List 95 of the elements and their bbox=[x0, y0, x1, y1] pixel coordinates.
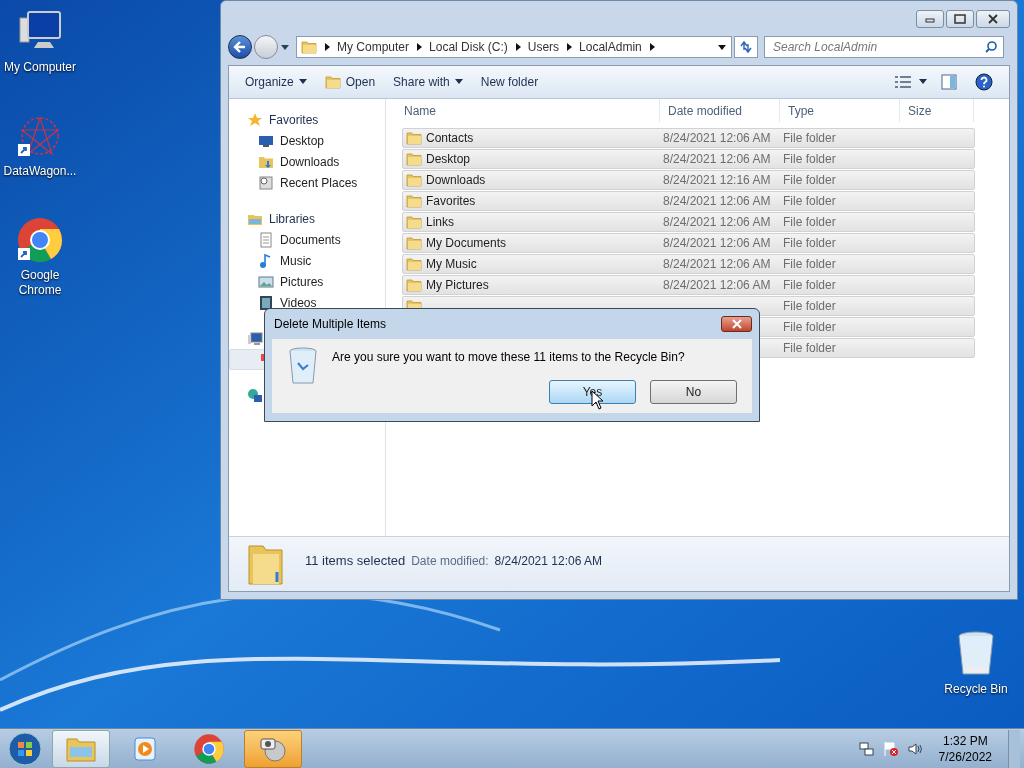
dropdown-caret-icon bbox=[298, 79, 307, 85]
flag-error-icon bbox=[882, 740, 899, 757]
folder-icon bbox=[406, 277, 422, 293]
maximize-icon bbox=[954, 14, 966, 24]
nav-item[interactable]: Music bbox=[229, 250, 385, 271]
dropdown-caret-icon bbox=[919, 79, 927, 85]
chevron-right-icon bbox=[647, 43, 656, 51]
nav-item[interactable]: Videos bbox=[229, 292, 385, 313]
nav-item[interactable]: Documents bbox=[229, 229, 385, 250]
file-row[interactable]: My Pictures 8/24/2021 12:06 AM File folder bbox=[402, 275, 975, 295]
folder-icon bbox=[406, 214, 422, 230]
file-row[interactable]: My Music 8/24/2021 12:06 AM File folder bbox=[402, 254, 975, 274]
file-row[interactable]: Links 8/24/2021 12:06 AM File folder bbox=[402, 212, 975, 232]
detail-label: Date modified: bbox=[411, 553, 489, 570]
camera-gear-icon[interactable] bbox=[244, 729, 302, 768]
close-icon bbox=[730, 319, 743, 329]
dialog-button[interactable]: No bbox=[650, 380, 737, 404]
search-field[interactable]: Search LocalAdmin bbox=[764, 36, 1004, 58]
file-row[interactable]: My Documents 8/24/2021 12:06 AM File folder bbox=[402, 233, 975, 253]
clock-date[interactable]: 7/26/2022 bbox=[938, 748, 992, 765]
chevron-right-icon bbox=[565, 43, 574, 51]
chevron-right-icon bbox=[513, 43, 522, 51]
selection-count: 11 items selected bbox=[305, 552, 406, 570]
clock-time[interactable]: 1:32 PM bbox=[942, 732, 988, 749]
dialog-title: Delete Multiple Items bbox=[274, 316, 387, 333]
address-bar[interactable]: My Computer Local Disk (C:) Users LocalAdmin bbox=[296, 36, 732, 58]
recycle-bin-icon bbox=[956, 630, 996, 678]
maximize-button[interactable] bbox=[946, 10, 974, 28]
star-icon bbox=[247, 111, 263, 128]
close-button[interactable] bbox=[976, 10, 1010, 28]
toolbar-button[interactable]: Open bbox=[316, 70, 384, 94]
breadcrumb-item[interactable]: Users bbox=[527, 38, 560, 56]
nav-item[interactable]: Desktop bbox=[229, 130, 385, 151]
column-header[interactable]: Size bbox=[900, 99, 974, 122]
desktop-icon-label[interactable]: My Computer bbox=[4, 60, 76, 75]
toolbar-button[interactable]: Share with bbox=[385, 70, 471, 94]
nav-item[interactable]: Recent Places bbox=[229, 172, 385, 193]
dropdown-caret-icon bbox=[454, 79, 463, 85]
folder-icon bbox=[406, 193, 422, 209]
refresh-button[interactable] bbox=[734, 36, 758, 58]
chevron-right-icon bbox=[415, 43, 424, 51]
open-folder-icon bbox=[324, 74, 341, 90]
column-header[interactable]: Name bbox=[396, 99, 660, 122]
nav-group-header[interactable]: Libraries bbox=[269, 209, 316, 228]
folder-icon bbox=[406, 256, 422, 272]
folder-app-icon[interactable] bbox=[52, 729, 110, 768]
folder-icon bbox=[301, 39, 317, 55]
breadcrumb-item[interactable]: My Computer bbox=[337, 38, 410, 56]
detail-value: 8/24/2021 12:06 AM bbox=[494, 553, 602, 570]
file-row[interactable]: Desktop 8/24/2021 12:06 AM File folder bbox=[402, 149, 975, 169]
nav-group-header[interactable]: Favorites bbox=[269, 110, 319, 129]
refresh-arrows-icon bbox=[739, 40, 753, 54]
close-button[interactable] bbox=[721, 316, 752, 332]
chevron-right-icon bbox=[323, 43, 331, 51]
pane-icon bbox=[941, 74, 957, 90]
dialog-message: Are you sure you want to move these 11 items to the Recycle Bin? bbox=[332, 349, 686, 366]
toolbar-button[interactable]: Organize bbox=[237, 70, 315, 94]
document-icon bbox=[258, 231, 274, 248]
show-desktop-button[interactable] bbox=[1008, 729, 1020, 768]
folder-icon bbox=[406, 130, 422, 146]
back-arrow-icon bbox=[233, 40, 247, 54]
file-row[interactable]: Downloads 8/24/2021 12:16 AM File folder bbox=[402, 170, 975, 190]
desktop-icon-label[interactable]: Recycle Bin bbox=[944, 682, 1008, 697]
clock-window-icon bbox=[258, 174, 274, 191]
column-header[interactable]: Type bbox=[780, 99, 900, 122]
start-orb-icon bbox=[8, 731, 42, 766]
breadcrumb-item[interactable]: Local Disk (C:) bbox=[429, 38, 508, 56]
details-view-icon bbox=[895, 76, 911, 88]
column-header[interactable]: Date modified bbox=[660, 99, 780, 122]
help-icon bbox=[975, 73, 993, 91]
back-button[interactable] bbox=[228, 35, 252, 59]
minimize-button[interactable] bbox=[916, 10, 944, 28]
file-row[interactable]: Contacts 8/24/2021 12:06 AM File folder bbox=[402, 128, 975, 148]
network-icon bbox=[247, 387, 263, 404]
computer-icon bbox=[247, 330, 263, 347]
search-icon bbox=[984, 40, 998, 54]
desktop-icon-label[interactable]: DataWagon... bbox=[3, 164, 77, 179]
dropdown-caret-icon bbox=[717, 43, 727, 51]
breadcrumb-item[interactable]: LocalAdmin bbox=[579, 38, 642, 56]
network-tray-icon bbox=[858, 740, 875, 757]
folder-icon bbox=[406, 235, 422, 251]
nav-item[interactable]: Downloads bbox=[229, 151, 385, 172]
chrome-logo-icon bbox=[16, 216, 64, 264]
speaker-icon bbox=[906, 740, 923, 757]
recycle-bin-icon bbox=[288, 347, 318, 385]
picture-icon bbox=[258, 273, 274, 290]
desktop-icon-label[interactable]: Google Chrome bbox=[0, 268, 80, 298]
folder-icon bbox=[406, 172, 422, 188]
toolbar-button[interactable]: New folder bbox=[472, 70, 547, 94]
file-row[interactable]: Favorites 8/24/2021 12:06 AM File folder bbox=[402, 191, 975, 211]
folder-icon bbox=[406, 151, 422, 167]
close-icon bbox=[987, 14, 999, 24]
minimize-icon bbox=[924, 15, 936, 23]
dropdown-caret-icon bbox=[280, 43, 290, 51]
nav-item[interactable]: Pictures bbox=[229, 271, 385, 292]
